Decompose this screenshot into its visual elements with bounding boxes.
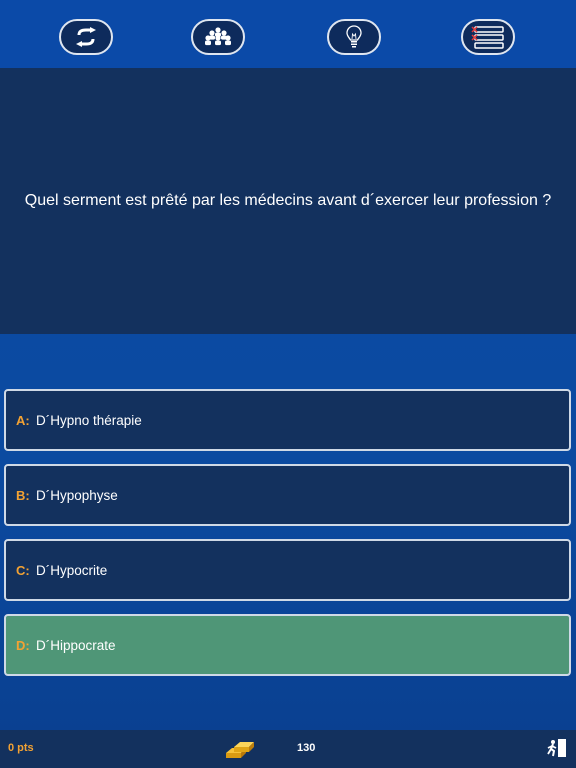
hint-button[interactable] (327, 19, 381, 55)
answer-option-a[interactable]: A: D´Hypno thérapie (4, 389, 571, 451)
status-bar: 0 pts 130 (0, 730, 576, 768)
swap-arrows-icon (76, 27, 96, 47)
answer-option-d[interactable]: D: D´Hippocrate (4, 614, 571, 676)
answer-option-b[interactable]: B: D´Hypophyse (4, 464, 571, 526)
question-text: Quel serment est prêté par les médecins … (24, 192, 552, 209)
answer-text: D´Hypocrite (36, 562, 108, 578)
fifty-fifty-list-icon (471, 26, 504, 49)
answer-text: D´Hypno thérapie (36, 412, 142, 428)
answer-letter: D: (16, 637, 30, 653)
answer-text: D´Hippocrate (36, 637, 116, 653)
joker-toolbar (0, 0, 576, 68)
question-panel: Quel serment est prêté par les médecins … (0, 68, 576, 334)
answer-option-c[interactable]: C: D´Hypocrite (4, 539, 571, 601)
fifty-fifty-button[interactable] (461, 19, 515, 55)
answer-letter: B: (16, 487, 30, 503)
coin-count: 130 (297, 742, 316, 754)
score-label: 0 pts (8, 742, 34, 754)
gold-bars-icon (226, 742, 254, 758)
answer-letter: A: (16, 412, 30, 428)
lightbulb-icon (346, 25, 362, 48)
swap-question-button[interactable] (59, 19, 113, 55)
audience-icon (205, 27, 231, 46)
answer-text: D´Hypophyse (36, 487, 118, 503)
exit-door-icon[interactable] (545, 738, 567, 758)
audience-button[interactable] (191, 19, 245, 55)
answer-letter: C: (16, 562, 30, 578)
quiz-screen: Quel serment est prêté par les médecins … (0, 0, 576, 768)
